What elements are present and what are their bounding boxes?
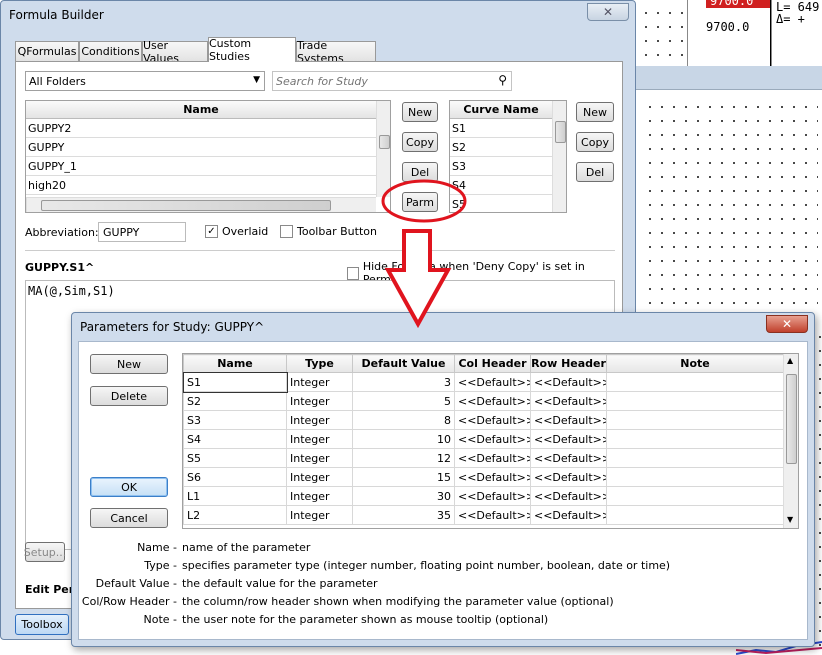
tab-custom-studies[interactable]: Custom Studies: [208, 37, 296, 63]
annotation-arrow: [384, 229, 452, 329]
annotation-circle: [381, 179, 467, 223]
annotation-overlay: [381, 179, 467, 329]
